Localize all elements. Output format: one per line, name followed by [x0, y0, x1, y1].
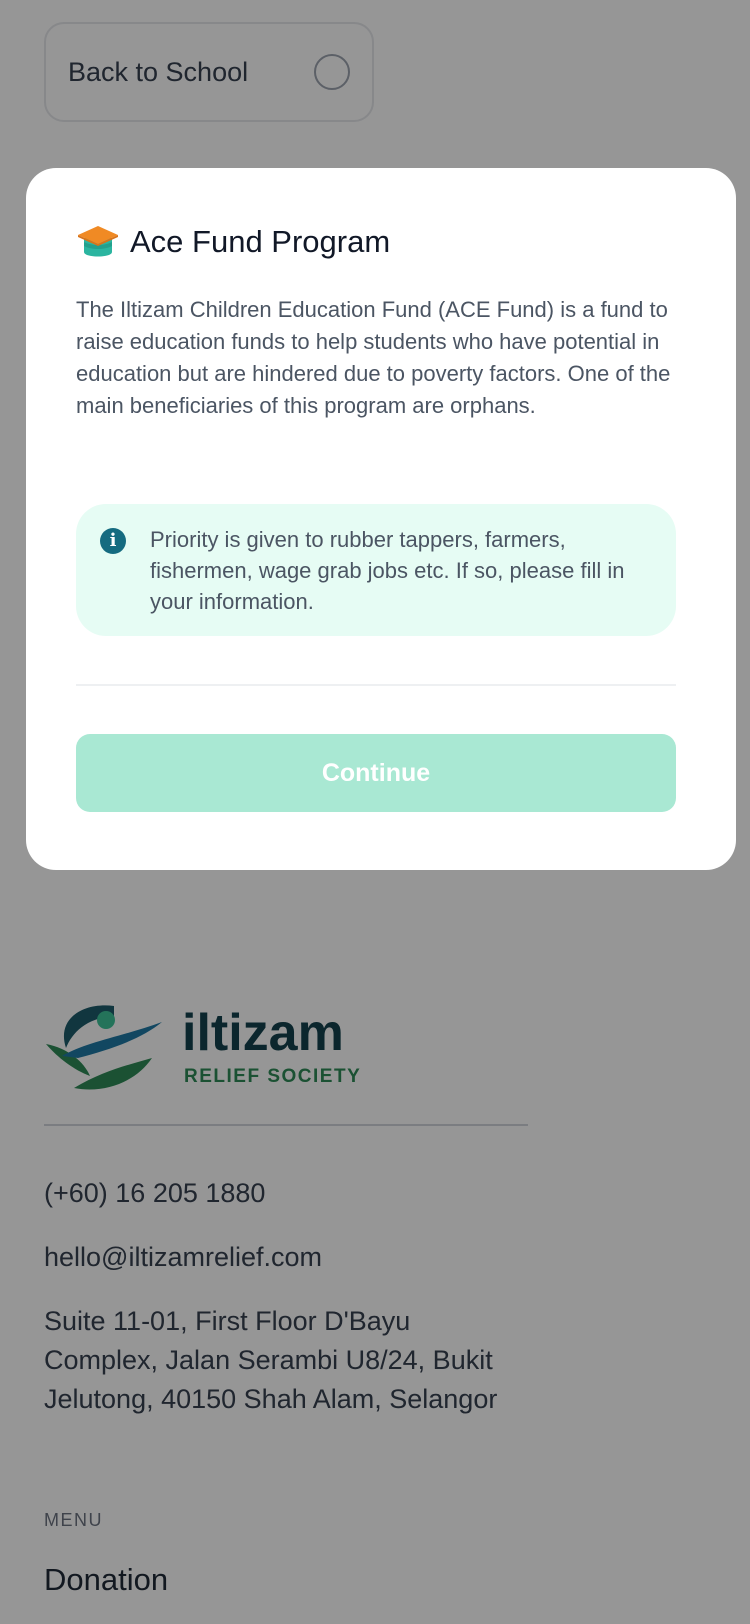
- info-icon: i: [100, 528, 126, 554]
- modal-description: The Iltizam Children Education Fund (ACE…: [76, 297, 671, 418]
- modal-header: Ace Fund Program: [76, 222, 390, 262]
- continue-button[interactable]: Continue: [76, 734, 676, 812]
- ace-fund-modal: Ace Fund Program The Iltizam Children Ed…: [26, 168, 736, 870]
- info-notice: i Priority is given to rubber tappers, f…: [76, 504, 676, 636]
- graduation-cap-icon: [78, 226, 118, 257]
- info-text: Priority is given to rubber tappers, far…: [150, 527, 625, 614]
- modal-divider: [76, 684, 676, 686]
- modal-title: Ace Fund Program: [130, 224, 391, 259]
